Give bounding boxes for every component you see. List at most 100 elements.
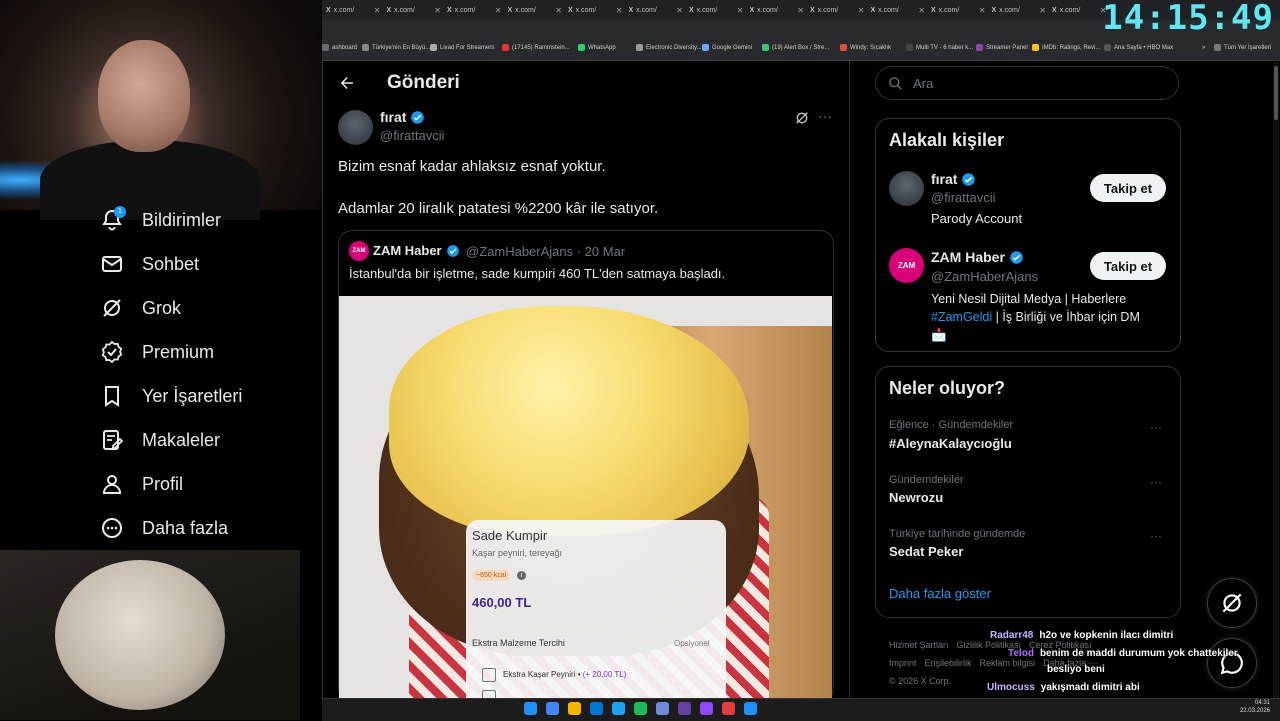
bookmark-favicon-icon [762, 44, 769, 51]
bookmark-item[interactable]: Electronic Diversity... [636, 44, 702, 51]
quoted-author-name[interactable]: ZAM Haber [373, 243, 460, 258]
close-tab-icon[interactable]: ✕ [495, 6, 502, 15]
bookmark-item[interactable]: Streamer Panel [976, 44, 1028, 51]
close-tab-icon[interactable]: ✕ [434, 6, 441, 15]
zam-haber-avatar[interactable]: ZAM [349, 241, 369, 261]
bookmark-item[interactable]: WhatsApp [578, 44, 616, 51]
taskbar-app-icon[interactable] [700, 702, 713, 715]
grok-icon [1222, 593, 1242, 613]
bookmark-item[interactable]: » [1192, 44, 1205, 51]
bookmark-item[interactable]: Windy: Sıcaklık [840, 44, 891, 51]
messages-fab[interactable] [1207, 638, 1257, 688]
browser-tab[interactable]: Xx.com/✕ [387, 3, 442, 18]
grok-fab[interactable] [1207, 578, 1257, 628]
browser-tab[interactable]: Xx.com/✕ [568, 3, 623, 18]
close-tab-icon[interactable]: ✕ [979, 6, 986, 15]
browser-tab[interactable]: Xx.com/✕ [992, 3, 1047, 18]
browser-tab[interactable]: Xx.com/✕ [931, 3, 986, 18]
follow-button[interactable]: Takip et [1090, 174, 1166, 202]
nav-item-bookmark[interactable]: Yer İşaretleri [100, 384, 242, 408]
browser-tab[interactable]: Xx.com/✕ [508, 3, 563, 18]
bookmark-favicon-icon [1192, 44, 1199, 51]
close-tab-icon[interactable]: ✕ [858, 6, 865, 15]
close-tab-icon[interactable]: ✕ [374, 6, 381, 15]
bookmark-item[interactable]: ashboard [322, 44, 357, 51]
browser-tab[interactable]: Xx.com/✕ [750, 3, 805, 18]
bookmark-item[interactable]: Google Gemini [702, 44, 752, 51]
more-options-icon[interactable]: ··· [1150, 529, 1162, 543]
back-arrow-icon[interactable] [338, 74, 356, 97]
close-tab-icon[interactable]: ✕ [918, 6, 925, 15]
taskbar-app-icon[interactable] [744, 702, 757, 715]
bookmark-label: » [1202, 44, 1206, 51]
taskbar-app-icon[interactable] [722, 702, 735, 715]
close-tab-icon[interactable]: ✕ [555, 6, 562, 15]
browser-tab[interactable]: Xx.com/✕ [326, 3, 381, 18]
bookmark-item[interactable]: Livad For Streamers [430, 44, 494, 51]
related-person-name[interactable]: ZAM Haber [931, 249, 1024, 265]
close-tab-icon[interactable]: ✕ [676, 6, 683, 15]
related-person-avatar[interactable] [889, 171, 924, 206]
close-tab-icon[interactable]: ✕ [1039, 6, 1046, 15]
show-more-link[interactable]: Daha fazla göster [889, 586, 991, 601]
nav-item-grok[interactable]: Grok [100, 296, 181, 320]
footer-link[interactable]: Imprint [889, 658, 917, 668]
tweet-author-handle[interactable]: @firattavcii [380, 128, 445, 143]
bookmark-item[interactable]: IMDb: Ratings, Revi... [1032, 44, 1100, 51]
taskbar-app-icon[interactable] [612, 702, 625, 715]
browser-tab[interactable]: Xx.com/✕ [1052, 3, 1107, 18]
taskbar-app-icon[interactable] [678, 702, 691, 715]
search-input[interactable] [911, 74, 1165, 92]
tweet-author-name[interactable]: fırat [380, 109, 425, 125]
footer-link[interactable]: Erişilebilirlik [925, 658, 972, 668]
trend-name[interactable]: Sedat Peker [889, 544, 963, 559]
taskbar-app-icon[interactable] [656, 702, 669, 715]
browser-tab[interactable]: Xx.com/✕ [629, 3, 684, 18]
nav-item-article[interactable]: Makaleler [100, 428, 220, 452]
nav-item-person[interactable]: Profil [100, 472, 183, 496]
browser-tab[interactable]: Xx.com/✕ [810, 3, 865, 18]
scrollbar[interactable] [1273, 62, 1279, 698]
taskbar-app-icon[interactable] [634, 702, 647, 715]
more-options-icon[interactable]: ··· [818, 108, 832, 124]
grok-icon[interactable] [794, 110, 810, 131]
browser-tab[interactable]: Xx.com/✕ [689, 3, 744, 18]
browser-tab[interactable]: Xx.com/✕ [871, 3, 926, 18]
follow-button[interactable]: Takip et [1090, 252, 1166, 280]
scrollbar-thumb[interactable] [1274, 66, 1278, 120]
trend-name[interactable]: #AleynaKalaycıoğlu [889, 436, 1012, 451]
taskbar-app-icon[interactable] [568, 702, 581, 715]
zam-haber-avatar[interactable]: ZAM [889, 248, 924, 283]
taskbar-app-icon[interactable] [524, 702, 537, 715]
more-options-icon[interactable]: ··· [1150, 420, 1162, 434]
hashtag-link[interactable]: #ZamGeldi [931, 310, 992, 324]
search-box[interactable] [875, 66, 1179, 100]
close-tab-icon[interactable]: ✕ [616, 6, 623, 15]
footer-link[interactable]: Reklam bilgisi [980, 658, 1036, 668]
trend-name[interactable]: Newrozu [889, 490, 943, 505]
nav-item-mail[interactable]: Sohbet [100, 252, 199, 276]
related-person-name[interactable]: fırat [931, 171, 976, 187]
tweet-author-avatar[interactable] [338, 110, 373, 145]
trend-category: Gündemdekiler [889, 474, 964, 486]
browser-tab[interactable]: Xx.com/✕ [447, 3, 502, 18]
bookmark-item[interactable]: Türkiye'nin En Büyü... [362, 44, 430, 51]
bookmark-item[interactable]: (19) Alert Box / Stre... [762, 44, 829, 51]
x-logo-icon: X [749, 7, 755, 14]
nav-item-bell[interactable]: Bildirimler 1 [100, 206, 221, 232]
close-tab-icon[interactable]: ✕ [797, 6, 804, 15]
taskbar-app-icon[interactable] [590, 702, 603, 715]
notification-count-badge: 1 [114, 206, 126, 218]
nav-item-more-circle[interactable]: Daha fazla [100, 516, 228, 540]
bookmark-icon [105, 386, 119, 407]
close-tab-icon[interactable]: ✕ [737, 6, 744, 15]
more-options-icon[interactable]: ··· [1150, 475, 1162, 489]
taskbar-clock[interactable]: 04:31 22.03.2026 [1240, 699, 1270, 715]
taskbar-app-icon[interactable] [546, 702, 559, 715]
footer-link[interactable]: Hizmet Şartları [889, 640, 949, 650]
nav-item-premium-badge[interactable]: Premium [100, 340, 214, 364]
bookmark-item[interactable]: Ana Sayfa • HBO Max [1104, 44, 1173, 51]
bookmark-item[interactable]: (17145) Rammstein... [502, 44, 570, 51]
bookmark-item[interactable]: Tüm Yer İşaretleri [1214, 44, 1271, 51]
bookmark-item[interactable]: Multi TV - 6 haber k... [906, 44, 973, 51]
